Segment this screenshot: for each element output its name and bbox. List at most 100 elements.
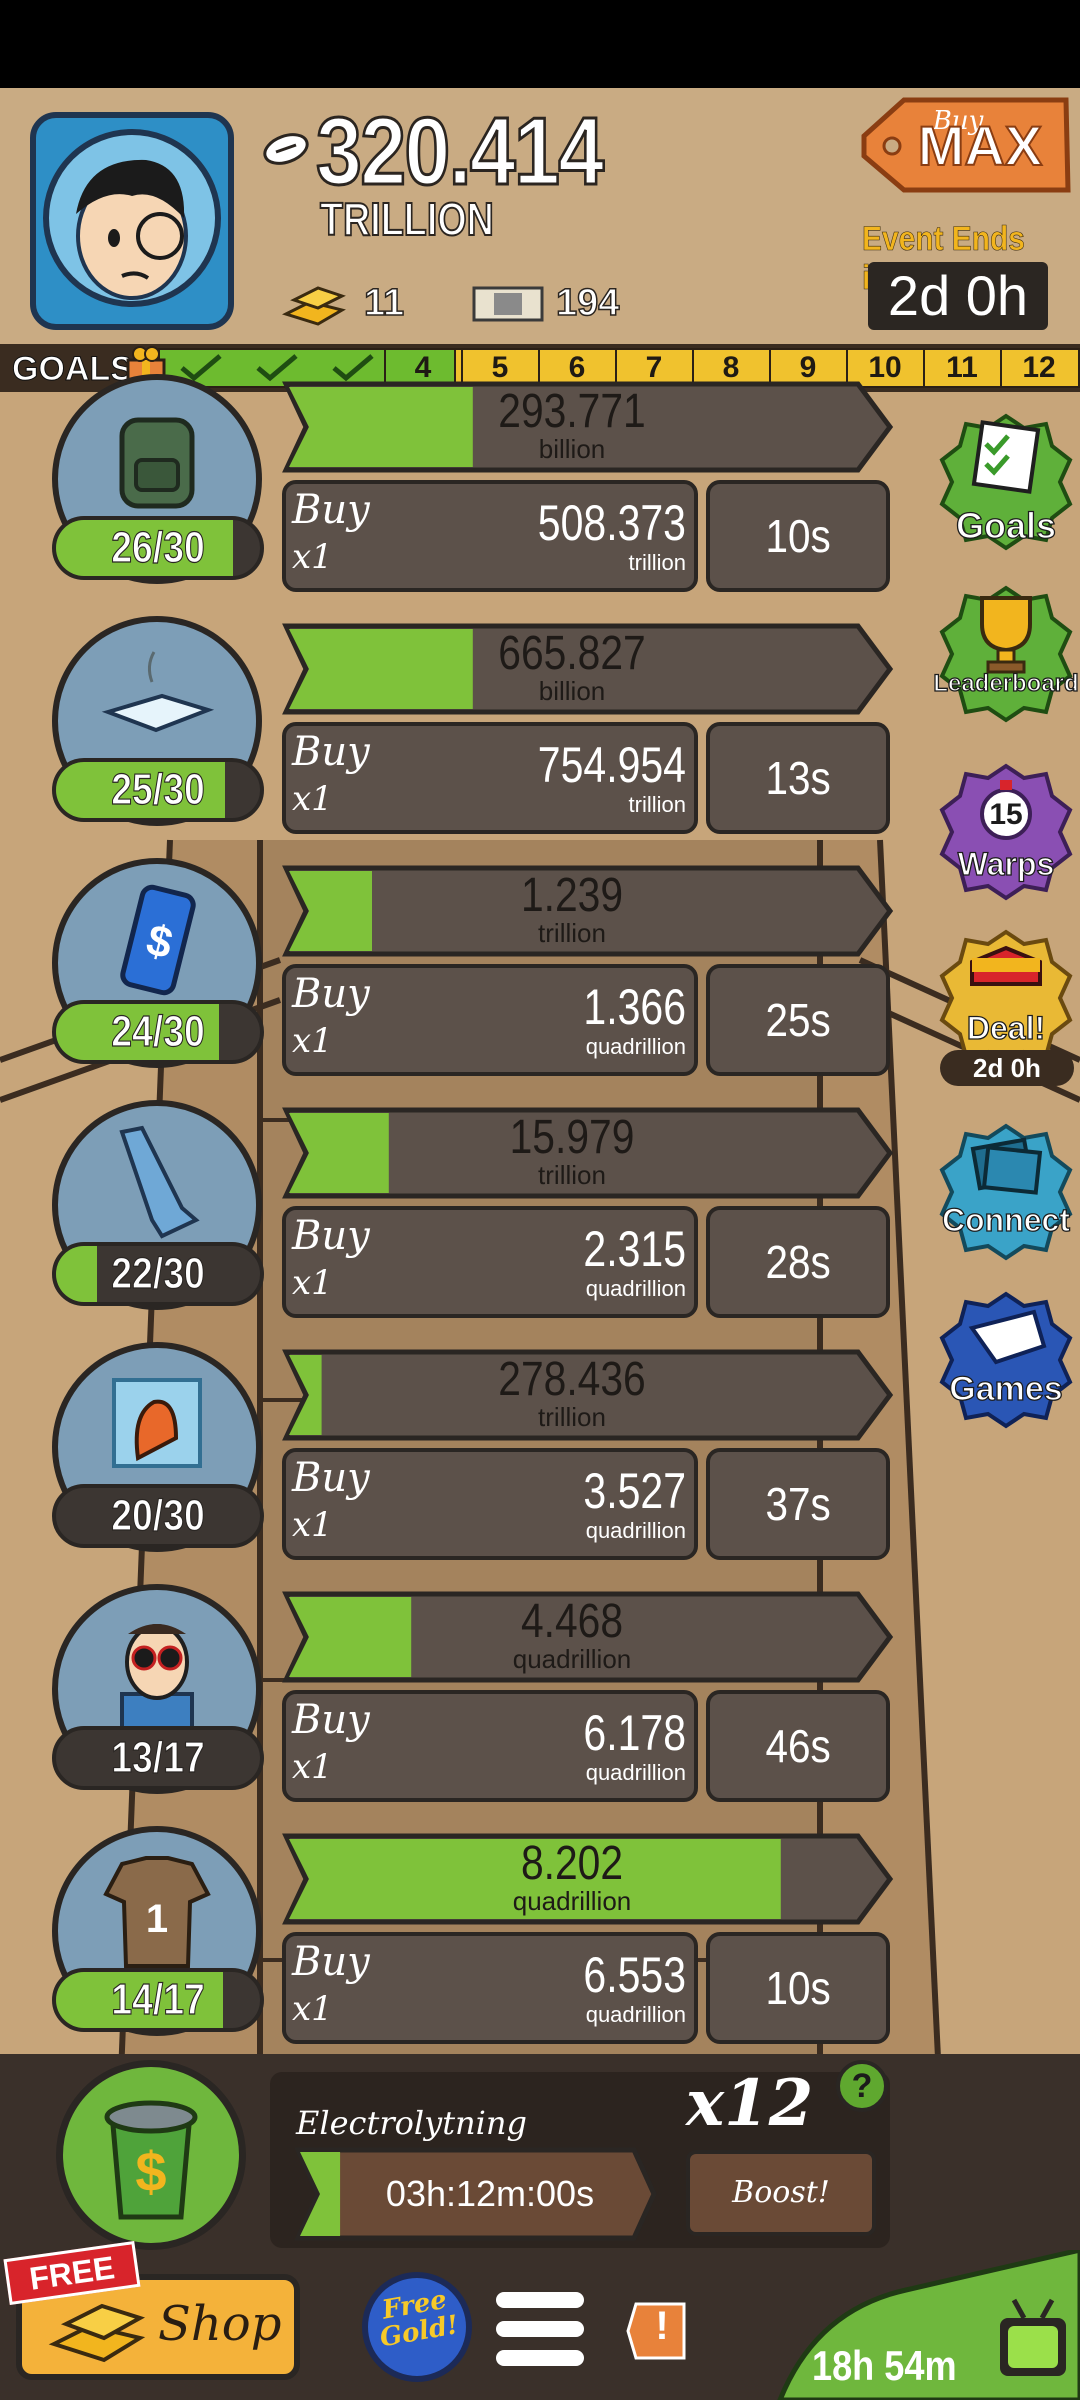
dollar-bill-icon xyxy=(472,286,544,322)
alert-label: ! xyxy=(655,2304,669,2348)
deal-timer: 2d 0h xyxy=(940,1050,1074,1086)
menu-icon[interactable] xyxy=(492,2286,588,2372)
bill-count: 194 xyxy=(555,281,620,325)
revenue-value: 8.202 xyxy=(520,1837,624,1890)
soda-can-icon: $ xyxy=(120,884,196,996)
cycle-timer-text: 46s xyxy=(765,1720,831,1772)
goals-side-label: Goals xyxy=(955,505,1057,546)
revenue-value: 293.771 xyxy=(498,385,646,438)
revenue-unit: quadrillion xyxy=(512,1644,632,1674)
svg-text:1: 1 xyxy=(146,1897,168,1941)
towel-icon xyxy=(101,651,215,733)
owned-count-text: 14/17 xyxy=(111,1974,206,2024)
owned-count-text: 22/30 xyxy=(111,1248,206,1298)
svg-text:$: $ xyxy=(135,2140,166,2203)
warps-label: Warps xyxy=(957,846,1055,882)
leaderboard-button[interactable] xyxy=(936,584,1076,724)
astronaut-avatar[interactable] xyxy=(30,112,234,330)
owned-count: 20/30 xyxy=(52,1484,264,1548)
goal-number: 11 xyxy=(923,350,999,386)
owned-count: 13/17 xyxy=(52,1726,264,1790)
jersey-icon: 1 xyxy=(103,1856,211,1968)
buy-multiplier: x1 xyxy=(292,537,333,577)
help-button[interactable]: ? xyxy=(836,2060,888,2112)
cycle-timer: 46s xyxy=(706,1690,890,1802)
owned-count-text: 20/30 xyxy=(111,1490,206,1540)
revenue-value: 1.239 xyxy=(520,869,624,922)
cycle-timer-text: 10s xyxy=(765,510,831,562)
buy-cost: 754.954 xyxy=(537,737,686,793)
tv-timer: 18h 54m xyxy=(812,2342,957,2389)
buy-multiplier: x1 xyxy=(292,1505,333,1545)
boost-button[interactable]: Boost! xyxy=(686,2150,876,2236)
event-time: 2d 0h xyxy=(868,262,1048,330)
buy-multiplier: x1 xyxy=(292,1747,333,1787)
owned-count-text: 25/30 xyxy=(111,764,206,814)
buy-multiplier: x1 xyxy=(292,1263,333,1303)
deal-button[interactable] xyxy=(936,928,1076,1068)
cash-amount: 320.414 xyxy=(315,98,606,205)
foam-finger-icon xyxy=(119,1125,200,1239)
buy-cost: 2.315 xyxy=(583,1221,686,1277)
shop-label: Shop xyxy=(158,2296,282,2352)
boost-time: 03h:12m:00s xyxy=(385,2173,595,2214)
boost-name: Electrolytning xyxy=(296,2104,527,2142)
revenue-unit: trillion xyxy=(538,1402,606,1432)
owned-count: 22/30 xyxy=(52,1242,264,1306)
buy-cost-unit: quadrillion xyxy=(585,1034,686,1059)
cycle-timer-text: 37s xyxy=(765,1478,831,1530)
backpack-icon xyxy=(119,417,195,509)
revenue-value: 15.979 xyxy=(509,1111,635,1164)
gold-bars-icon xyxy=(48,2303,146,2363)
cycle-timer: 37s xyxy=(706,1448,890,1560)
owned-count: 25/30 xyxy=(52,758,264,822)
boost-multiplier: x12 xyxy=(686,2066,814,2141)
buy-cost: 3.527 xyxy=(583,1463,686,1519)
cycle-timer: 28s xyxy=(706,1206,890,1318)
owned-count: 14/17 xyxy=(52,1968,264,2032)
buy-cost: 6.178 xyxy=(583,1705,686,1761)
cash-unit: TRILLION xyxy=(319,193,495,245)
buy-cost-unit: quadrillion xyxy=(585,1276,686,1301)
owned-count-text: 24/30 xyxy=(111,1006,206,1056)
cycle-timer: 25s xyxy=(706,964,890,1076)
buy-multiplier: x1 xyxy=(292,1989,333,2029)
buy-label: Buy xyxy=(292,1697,370,1743)
cycle-timer-text: 28s xyxy=(765,1236,831,1288)
buy-label: Buy xyxy=(292,1213,370,1259)
cycle-timer-text: 13s xyxy=(765,752,831,804)
buy-cost-unit: quadrillion xyxy=(585,1760,686,1785)
status-bar xyxy=(0,0,1080,88)
buy-label: Buy xyxy=(292,971,370,1017)
buy-label: Buy xyxy=(292,1939,370,1985)
owned-count-text: 26/30 xyxy=(111,522,206,572)
owned-count: 26/30 xyxy=(52,516,264,580)
buy-multiplier: x1 xyxy=(292,1021,333,1061)
manager-button[interactable]: $ xyxy=(56,2060,246,2250)
sunglasses-man-icon xyxy=(120,1624,194,1730)
revenue-unit: trillion xyxy=(538,1160,606,1190)
cycle-timer-text: 10s xyxy=(765,1962,831,2014)
buy-label: Buy xyxy=(292,1455,370,1501)
owned-count-text: 13/17 xyxy=(111,1732,206,1782)
cycle-timer: 10s xyxy=(706,480,890,592)
buy-multiplier: x1 xyxy=(292,779,333,819)
buy-cost-unit: trillion xyxy=(628,550,686,575)
buy-cost-unit: trillion xyxy=(628,792,686,817)
revenue-unit: billion xyxy=(538,434,606,464)
connect-button[interactable] xyxy=(936,1122,1076,1262)
gold-count: 11 xyxy=(363,281,405,325)
buy-cost-unit: quadrillion xyxy=(585,1518,686,1543)
deal-label: Deal! xyxy=(966,1010,1046,1046)
buy-max-label: MAX xyxy=(917,114,1043,177)
games-button[interactable] xyxy=(936,1290,1076,1430)
buy-cost: 508.373 xyxy=(537,495,686,551)
buy-cost: 6.553 xyxy=(583,1947,686,2003)
football-icon xyxy=(263,133,309,165)
trash-can-icon: $ xyxy=(104,2100,198,2220)
frozen-chair-icon xyxy=(112,1378,202,1468)
cycle-timer: 13s xyxy=(706,722,890,834)
revenue-unit: trillion xyxy=(538,918,606,948)
owned-count: 24/30 xyxy=(52,1000,264,1064)
connect-label: Connect xyxy=(941,1202,1070,1238)
